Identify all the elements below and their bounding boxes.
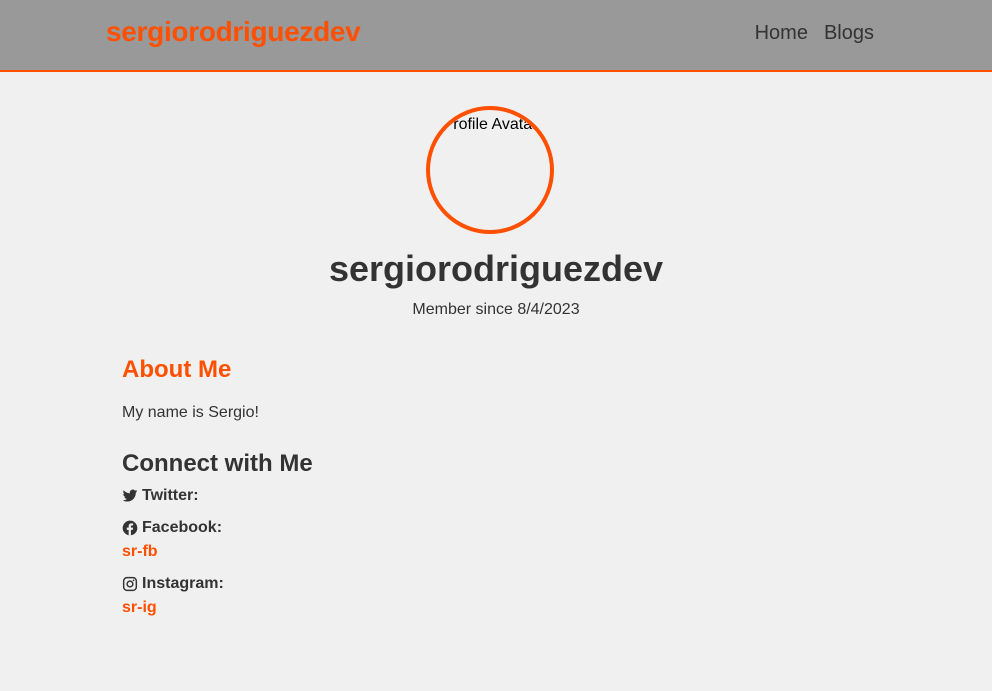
instagram-handle-link[interactable]: sr-ig: [122, 598, 882, 618]
facebook-icon: [122, 520, 138, 536]
nav-home-link[interactable]: Home: [755, 22, 808, 45]
navbar: sergiorodriguezdev Home Blogs: [0, 0, 992, 72]
member-since: Member since 8/4/2023: [412, 301, 580, 318]
instagram-row: Instagram:: [122, 574, 882, 594]
twitter-row: Twitter:: [122, 486, 882, 506]
connect-heading: Connect with Me: [122, 450, 313, 477]
instagram-icon: [122, 576, 138, 592]
facebook-handle-link[interactable]: sr-fb: [122, 542, 882, 562]
instagram-label: Instagram:: [142, 575, 224, 592]
nav-blogs-link[interactable]: Blogs: [824, 22, 874, 45]
facebook-row: Facebook:: [122, 518, 882, 538]
about-heading: About Me: [122, 356, 232, 383]
facebook-label: Facebook:: [142, 519, 223, 536]
profile-username: sergiorodriguezdev: [328, 248, 664, 289]
avatar-alt-text: Profile Avatar: [442, 116, 538, 133]
nav-links: Home Blogs: [755, 22, 874, 45]
about-text: My name is Sergio!: [122, 404, 259, 421]
profile-content: About Me My name is Sergio! Connect with…: [122, 354, 882, 618]
profile-avatar: Profile Avatar: [426, 106, 554, 234]
brand-link[interactable]: sergiorodriguezdev: [106, 16, 361, 48]
twitter-icon: [122, 489, 138, 502]
twitter-label: Twitter:: [142, 487, 199, 504]
